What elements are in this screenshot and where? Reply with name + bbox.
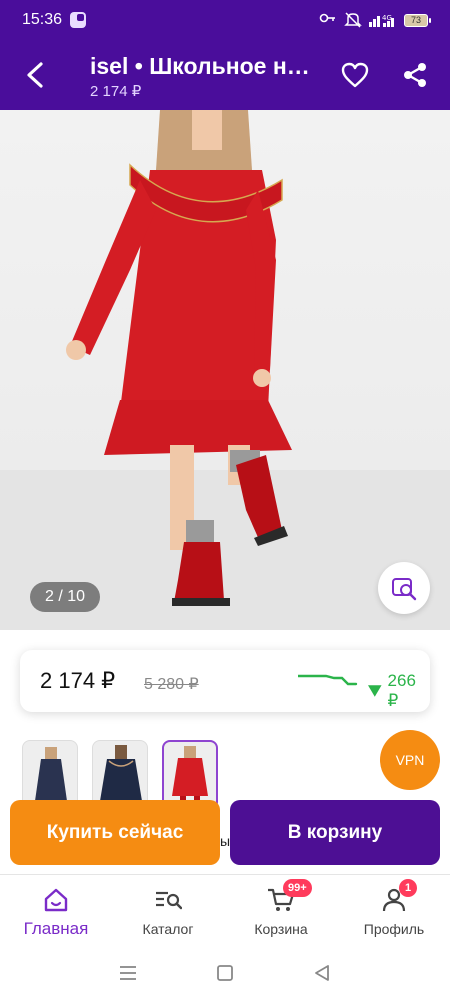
catalog-search-icon: [154, 885, 182, 915]
add-to-cart-button[interactable]: В корзину: [230, 800, 440, 865]
svg-text:4G: 4G: [382, 14, 392, 22]
product-photo: [0, 110, 450, 630]
system-navigation-bar: [0, 950, 450, 1000]
profile-icon: 1: [381, 879, 417, 915]
buy-now-button[interactable]: Купить сейчас: [10, 800, 220, 865]
price-drop: 266 ₽: [368, 671, 430, 711]
mute-icon: [344, 12, 362, 28]
price-drop-value: 266 ₽: [387, 671, 416, 710]
photo-search-button[interactable]: [378, 562, 430, 614]
home-icon: [43, 885, 69, 915]
nav-profile[interactable]: 1 Профиль: [338, 875, 450, 951]
nav-home[interactable]: Главная: [0, 875, 112, 951]
favorite-button[interactable]: [338, 58, 372, 92]
status-bar: 15:36 4G 73: [0, 0, 450, 40]
back-button[interactable]: [18, 58, 52, 92]
share-button[interactable]: [398, 58, 432, 92]
menu-icon[interactable]: [119, 965, 137, 986]
image-counter: 2 / 10: [30, 582, 100, 612]
status-icons: 4G 73: [319, 12, 431, 28]
nav-cart-label: Корзина: [254, 921, 308, 937]
back-arrow-icon: [27, 62, 43, 88]
cart-icon: 99+: [267, 879, 312, 915]
network-signal-icon: 4G: [369, 13, 397, 27]
header-price: 2 174 ₽: [90, 83, 142, 100]
home-square-icon[interactable]: [216, 964, 234, 987]
product-screen: 15:36 4G 73 isel • Школьное н… 2 174 ₽ 2…: [0, 0, 450, 1000]
nav-cart[interactable]: 99+ Корзина: [225, 875, 337, 951]
image-search-icon: [392, 578, 417, 601]
profile-badge: 1: [399, 879, 417, 897]
down-triangle-icon: [368, 685, 382, 697]
page-title: isel • Школьное н…: [90, 53, 310, 79]
header-title-block: isel • Школьное н… 2 174 ₽: [90, 52, 330, 100]
product-image-gallery[interactable]: 2 / 10: [0, 110, 450, 630]
heart-icon: [341, 62, 369, 88]
back-triangle-icon[interactable]: [313, 964, 331, 987]
nav-catalog-label: Каталог: [142, 921, 194, 937]
share-icon: [404, 63, 426, 87]
vpn-key-icon: [319, 13, 337, 27]
nav-profile-label: Профиль: [363, 921, 425, 937]
nav-home-label: Главная: [23, 919, 89, 938]
app-notification-icon: [70, 12, 87, 28]
old-price: 5 280 ₽: [144, 676, 199, 693]
nav-catalog[interactable]: Каталог: [112, 875, 224, 951]
price-trend-icon: [298, 674, 358, 686]
bottom-navigation: Главная Каталог 99+ Корзина 1 Профиль: [0, 874, 450, 950]
battery-icon: 73: [404, 13, 431, 27]
current-price: 2 174 ₽: [40, 668, 116, 693]
cart-badge: 99+: [283, 879, 312, 897]
product-header: isel • Школьное н… 2 174 ₽: [0, 40, 450, 110]
price-card[interactable]: 2 174 ₽ 5 280 ₽ 266 ₽: [20, 650, 430, 712]
status-time: 15:36: [22, 11, 63, 28]
vpn-floating-button[interactable]: VPN: [380, 730, 440, 790]
